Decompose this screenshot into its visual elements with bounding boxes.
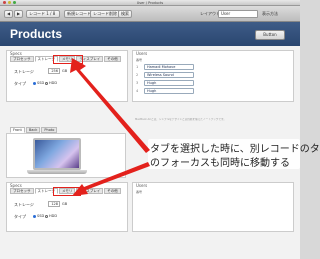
layout-select[interactable]: User <box>218 10 258 18</box>
row-number: 3 <box>136 81 139 85</box>
laptop-base <box>27 170 87 174</box>
callout-line-1: タブを選択した時に、別レコードのタブ <box>150 144 320 155</box>
users-label-top: Users <box>136 51 148 56</box>
annotation-callout: タブを選択した時に、別レコードのタブ のフォーカスも同時に移動する <box>148 139 320 169</box>
user-name-field[interactable]: Wireless Sound <box>144 72 194 78</box>
radio-dot <box>33 214 36 218</box>
tab-other[interactable]: その他 <box>104 56 121 62</box>
page-header: Products Button <box>0 22 300 46</box>
radio-dot <box>33 81 36 85</box>
highlight-box-top <box>53 55 83 64</box>
row-number: 4 <box>136 89 139 93</box>
storage-label: ストレージ <box>14 69 34 74</box>
radio-hdd[interactable]: HDD <box>45 214 57 218</box>
storage-unit: GB <box>62 69 68 73</box>
find-button[interactable]: 検索 <box>118 10 132 18</box>
storage-input[interactable]: 128 <box>48 201 60 207</box>
radio-hdd-label: HDD <box>49 214 58 218</box>
storage-unit: GB <box>62 202 68 206</box>
product-image-frame <box>6 133 126 178</box>
delete-record-button[interactable]: レコード削除 <box>90 10 120 18</box>
toolbar: ◀ ▶ レコード 1 / 8 新規レコード レコード削除 検索 レイアウト Us… <box>0 6 300 22</box>
radio-dot <box>45 81 48 85</box>
type-label: タイプ <box>14 214 26 219</box>
user-name-field[interactable]: Hugh <box>144 88 194 94</box>
row-number: 2 <box>136 73 139 77</box>
list-item[interactable]: 1 Hamadi Mohave <box>136 64 206 71</box>
users-card-bottom <box>132 182 294 232</box>
radio-ssd-label: SSD <box>37 214 45 218</box>
radio-ssd-label: SSD <box>37 81 45 85</box>
view-as-label: 表示方法 <box>262 11 278 16</box>
type-label: タイプ <box>14 81 26 86</box>
radio-dot <box>45 214 48 218</box>
list-item[interactable]: 2 Wireless Sound <box>136 72 206 79</box>
callout-line-2: のフォーカスも同時に移動する <box>150 158 290 169</box>
row-number: 1 <box>136 65 139 69</box>
header-button[interactable]: Button <box>255 30 285 40</box>
next-record-button[interactable]: ▶ <box>14 10 24 18</box>
prev-record-button[interactable]: ◀ <box>4 10 14 18</box>
window-title: User / Products <box>136 1 164 5</box>
laptop-image <box>27 138 87 178</box>
tab-processor[interactable]: プロセッサ <box>10 188 34 194</box>
tab-other[interactable]: その他 <box>104 188 121 194</box>
record-counter[interactable]: レコード 1 / 8 <box>26 10 60 18</box>
page-title: Products <box>10 27 63 41</box>
user-name-field[interactable]: Hugh <box>144 80 194 86</box>
radio-hdd-label: HDD <box>49 81 58 85</box>
storage-input[interactable]: 256 <box>48 68 60 74</box>
users-subheader-top: 番号 <box>136 58 143 62</box>
list-item[interactable]: 4 Hugh <box>136 88 206 95</box>
storage-label: ストレージ <box>14 202 34 207</box>
radio-hdd[interactable]: HDD <box>45 81 57 85</box>
radio-ssd[interactable]: SSD <box>33 81 44 85</box>
users-label-bottom: Users <box>136 183 148 188</box>
radio-ssd[interactable]: SSD <box>33 214 44 218</box>
list-item[interactable]: 3 Hugh <box>136 80 206 87</box>
highlight-box-bottom <box>53 187 81 196</box>
users-subheader-bottom: 番号 <box>136 190 143 194</box>
user-name-field[interactable]: Hamadi Mohave <box>144 64 194 70</box>
layout-label: レイアウト <box>200 11 220 16</box>
tab-processor[interactable]: プロセッサ <box>10 56 34 62</box>
laptop-screen <box>33 138 81 170</box>
